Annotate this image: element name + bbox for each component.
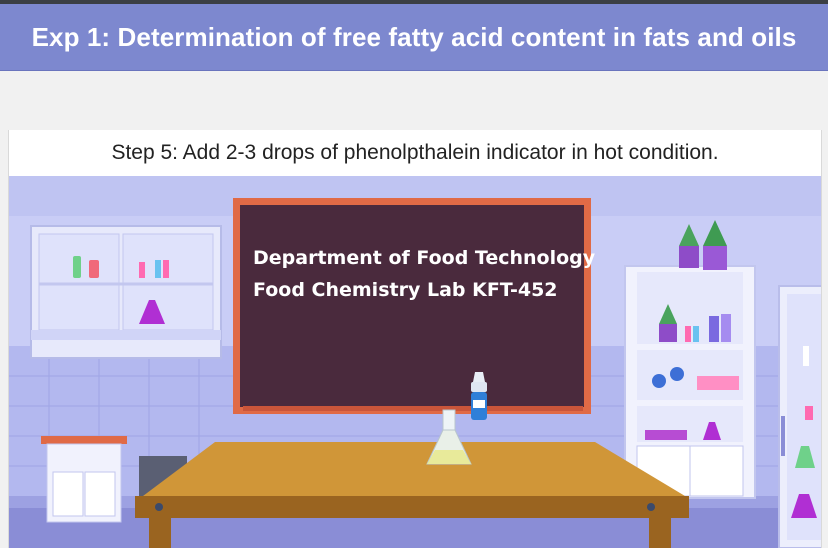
board-line-2: Food Chemistry Lab KFT-452 [253, 279, 558, 301]
chalkboard [233, 198, 591, 414]
board-line-1: Department of Food Technology [253, 247, 596, 269]
experiment-header: Exp 1: Determination of free fatty acid … [0, 4, 828, 71]
lab-scene: Department of Food Technology Food Chemi… [9, 176, 821, 548]
refrigerator [778, 285, 821, 548]
experiment-title: Exp 1: Determination of free fatty acid … [31, 21, 797, 52]
lab-scene-illustration: Department of Food Technology Food Chemi… [9, 176, 821, 548]
wall-cabinet [30, 225, 222, 359]
step-instruction: Step 5: Add 2-3 drops of phenolpthalein … [111, 141, 719, 164]
simulation-panel: Step 5: Add 2-3 drops of phenolpthalein … [8, 130, 822, 548]
